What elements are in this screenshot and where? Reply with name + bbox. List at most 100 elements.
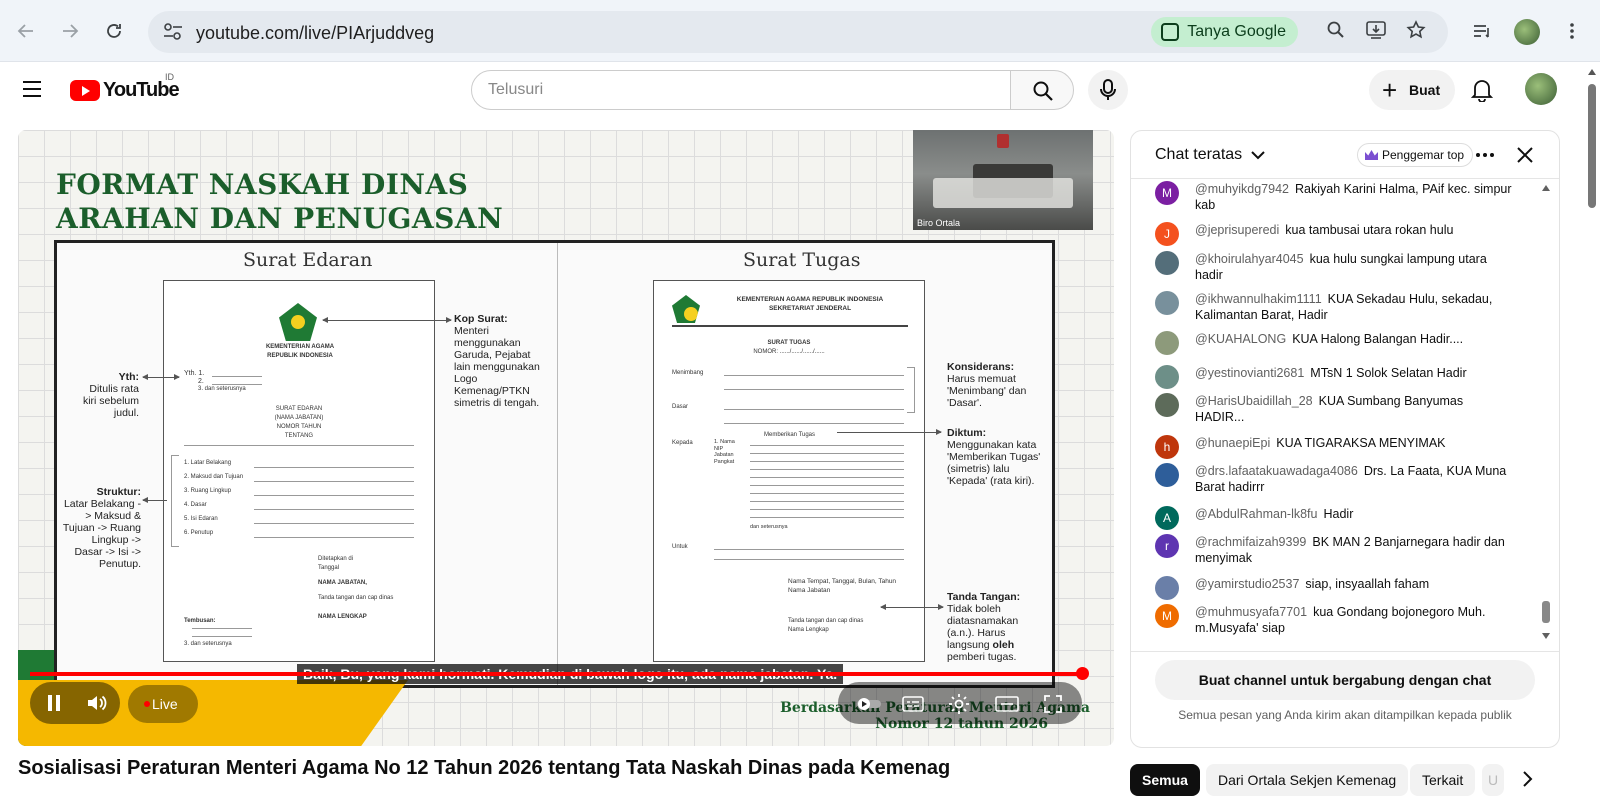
notifications-bell-icon[interactable]	[1470, 78, 1494, 107]
install-app-icon[interactable]	[1364, 20, 1388, 44]
struktur-annotation-title: Struktur:	[96, 486, 141, 498]
chat-author[interactable]: @yestinovianti2681	[1195, 366, 1304, 380]
profile-avatar[interactable]	[1514, 19, 1540, 45]
right-doc-nama-field: 1. Nama	[714, 439, 735, 445]
menu-kebab-icon[interactable]	[1556, 15, 1588, 47]
diktum-annotation-title: Diktum:	[947, 427, 987, 439]
create-label: Buat	[1409, 82, 1441, 98]
pause-button[interactable]	[36, 686, 72, 720]
right-doc-sign2: Nama Lengkap	[788, 627, 829, 633]
konsiderans-annotation: Konsiderans: Harus memuat 'Menimbang' da…	[947, 361, 1043, 409]
back-icon[interactable]	[10, 15, 42, 47]
chevron-down-icon	[1250, 151, 1265, 160]
chat-more-options-icon[interactable]	[1475, 145, 1495, 170]
volume-button[interactable]	[80, 686, 116, 720]
chat-avatar[interactable]: J	[1155, 222, 1179, 246]
create-channel-to-chat-button[interactable]: Buat channel untuk bergabung dengan chat	[1155, 660, 1535, 700]
chat-avatar[interactable]	[1155, 251, 1179, 275]
left-doc-tembusan: Tembusan:	[184, 618, 216, 624]
reading-list-icon[interactable]	[1466, 15, 1498, 47]
search-input[interactable]: Telusuri	[488, 81, 543, 99]
chat-avatar[interactable]	[1155, 291, 1179, 315]
search-icon	[1033, 81, 1053, 101]
konsiderans-annotation-title: Konsiderans:	[947, 361, 1015, 373]
chat-avatar[interactable]: A	[1155, 506, 1179, 530]
chat-author[interactable]: @ikhwannulhakim1111	[1195, 292, 1322, 306]
chip-related[interactable]: Terkait	[1410, 764, 1476, 796]
subtitles-icon	[902, 696, 924, 712]
region-code: ID	[165, 72, 174, 82]
chat-avatar[interactable]: r	[1155, 534, 1179, 558]
fullscreen-icon	[1044, 695, 1062, 713]
page-scrollbar[interactable]	[1586, 66, 1598, 797]
chat-author[interactable]: @HarisUbaidillah_28	[1195, 394, 1313, 408]
video-player[interactable]: FORMAT NASKAH DINAS ARAHAN DAN PENUGASAN…	[18, 130, 1114, 746]
create-button[interactable]: + Buat	[1369, 70, 1455, 110]
slide-content-frame: Surat Edaran Surat Tugas KEMENTERIAN AGA…	[54, 240, 1055, 688]
chat-author[interactable]: @KUAHALONG	[1195, 332, 1286, 346]
youtube-logo[interactable]: YouTube	[70, 79, 180, 102]
close-chat-icon[interactable]	[1515, 145, 1535, 170]
voice-search-button[interactable]	[1088, 70, 1128, 110]
chat-avatar[interactable]	[1155, 463, 1179, 487]
top-fans-button[interactable]: Penggemar top	[1357, 143, 1474, 167]
chat-author[interactable]: @hunaepiEpi	[1195, 436, 1270, 450]
address-bar[interactable]: youtube.com/live/PIArjuddveg Tanya Googl…	[148, 11, 1448, 53]
chat-text: KUA Halong Balangan Hadir....	[1292, 332, 1464, 346]
chat-author[interactable]: @muhyikdg7942	[1195, 182, 1289, 196]
chat-author[interactable]: @drs.lafaatakuawadaga4086	[1195, 464, 1358, 478]
chat-text: siap, insyaallah faham	[1305, 577, 1430, 591]
zoom-icon[interactable]	[1324, 20, 1348, 44]
left-doc-sign1: Ditetapkan di	[318, 556, 354, 562]
site-settings-icon[interactable]	[162, 22, 184, 42]
right-doc-place: Nama Tempat, Tanggal, Bulan, Tahun	[788, 578, 897, 585]
chat-author[interactable]: @khoirulahyar4045	[1195, 252, 1304, 266]
subtitles-button[interactable]	[900, 692, 926, 716]
chat-avatar[interactable]: h	[1155, 435, 1179, 459]
top-fans-label: Penggemar top	[1382, 148, 1465, 162]
live-chat-panel: Chat teratas Penggemar top M @muhyikdg79…	[1130, 130, 1560, 748]
left-doc-item: 1. Latar Belakang	[184, 460, 232, 466]
chips-next-icon[interactable]	[1522, 770, 1534, 793]
reload-icon[interactable]	[98, 15, 130, 47]
chat-mode-dropdown[interactable]: Chat teratas	[1155, 146, 1265, 164]
chip-from-channel[interactable]: Dari Ortala Sekjen Kemenag	[1206, 764, 1409, 796]
chat-author[interactable]: @yamirstudio2537	[1195, 577, 1299, 591]
hamburger-menu-icon[interactable]	[22, 80, 42, 103]
diktum-annotation-body: Menggunakan kata 'Memberikan Tugas' (sim…	[947, 439, 1041, 487]
lens-icon	[1161, 23, 1180, 41]
yth-annotation-title: Yth:	[118, 371, 139, 383]
tanya-google-button[interactable]: Tanya Google	[1151, 17, 1298, 47]
chat-avatar[interactable]	[1155, 393, 1179, 417]
autoplay-toggle[interactable]	[856, 692, 882, 716]
search-button[interactable]	[1010, 70, 1074, 110]
chip-truncated[interactable]: U	[1482, 764, 1504, 796]
progress-scrubber[interactable]	[1076, 667, 1089, 680]
chip-all[interactable]: Semua	[1130, 764, 1200, 796]
fullscreen-button[interactable]	[1040, 692, 1066, 716]
account-avatar[interactable]	[1525, 73, 1557, 105]
settings-button[interactable]	[946, 692, 972, 716]
progress-bar[interactable]	[30, 672, 1082, 676]
chat-avatar[interactable]: M	[1155, 604, 1179, 628]
right-doc-kepada: Kepada	[672, 440, 693, 446]
live-indicator[interactable]: Live	[128, 685, 198, 723]
theater-mode-button[interactable]	[994, 692, 1020, 716]
chat-scrollbar[interactable]	[1541, 183, 1551, 645]
chat-author[interactable]: @muhmusyafa7701	[1195, 605, 1307, 619]
chat-avatar[interactable]	[1155, 331, 1179, 355]
kemenag-emblem-icon	[279, 303, 317, 341]
kop-annotation: Kop Surat: Menteri menggunakan Garuda, P…	[454, 313, 546, 409]
chat-avatar[interactable]: M	[1155, 181, 1179, 205]
bookmark-star-icon[interactable]	[1404, 20, 1428, 44]
forward-icon[interactable]	[54, 15, 86, 47]
chat-avatar[interactable]	[1155, 365, 1179, 389]
chat-author[interactable]: @jeprisuperedi	[1195, 223, 1279, 237]
chat-author[interactable]: @rachmifaizah9399	[1195, 535, 1306, 549]
left-doc-items: 1. Latar Belakang 2. Maksud dan Tujuan 3…	[184, 459, 243, 543]
url-text[interactable]: youtube.com/live/PIArjuddveg	[196, 23, 434, 44]
left-doc-sign5: NAMA LENGKAP	[318, 614, 367, 620]
search-box[interactable]: Telusuri	[471, 70, 1011, 110]
chat-avatar[interactable]	[1155, 576, 1179, 600]
chat-author[interactable]: @AbdulRahman-lk8fu	[1195, 507, 1317, 521]
